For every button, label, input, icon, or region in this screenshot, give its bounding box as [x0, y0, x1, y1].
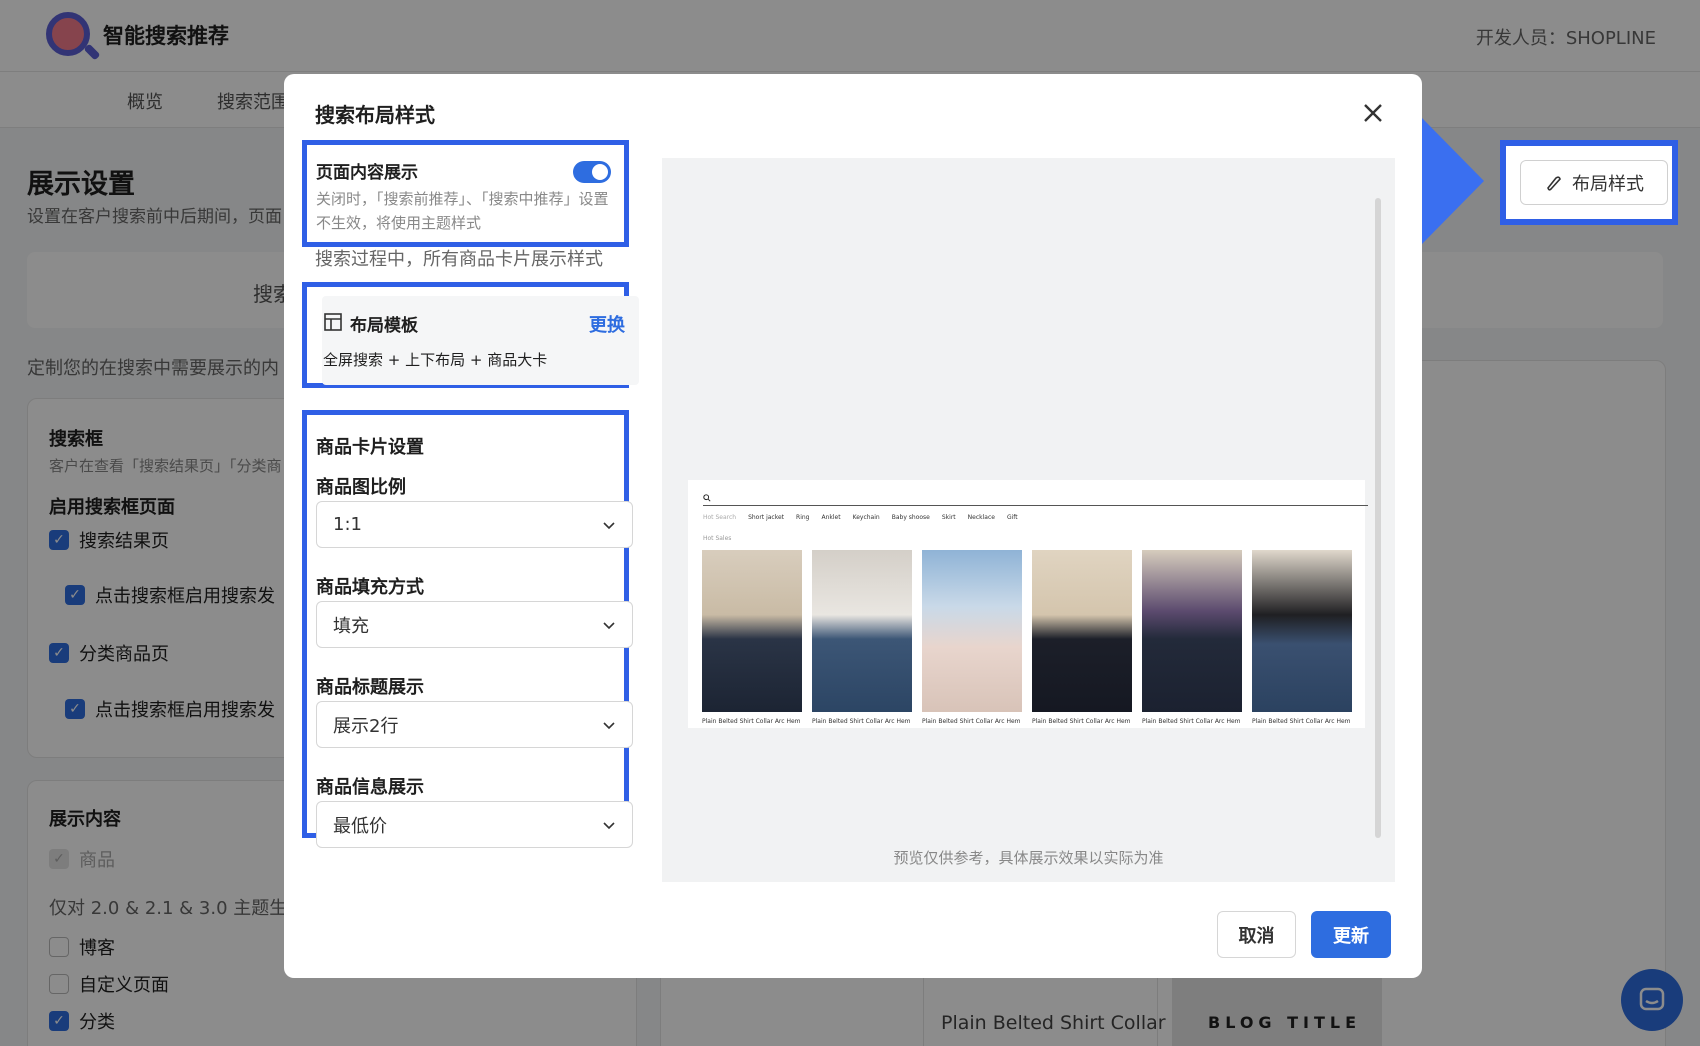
card-style-note: 搜索过程中，所有商品卡片展示样式 [315, 249, 603, 270]
fill-mode-label: 商品填充方式 [316, 577, 424, 598]
preview-product-caption: Plain Belted Shirt Collar Arc Hem [1252, 718, 1351, 725]
brush-icon [1547, 175, 1561, 191]
close-button[interactable] [1358, 98, 1388, 128]
annotation-highlight-template: 布局模板 更换 全屏搜索 + 上下布局 + 商品大卡 [302, 282, 639, 388]
preview-scrollbar[interactable] [1375, 198, 1381, 838]
annotation-highlight-page-content: 页面内容展示 关闭时，「搜索前推荐」、「搜索中推荐」设置不生效，将使用主题样式 [302, 140, 629, 247]
close-icon [1364, 104, 1382, 122]
layout-style-button[interactable]: 布局样式 [1520, 160, 1668, 205]
chevron-down-icon [603, 621, 615, 629]
annotation-highlight-layout-button: 布局样式 [1500, 140, 1678, 225]
info-display-label: 商品信息展示 [316, 777, 424, 798]
preview-tag: Necklace [967, 514, 995, 521]
layout-style-modal: 搜索布局样式 页面内容展示 关闭时，「搜索前推荐」、「搜索中推荐」设置不生效，将… [284, 74, 1422, 978]
layout-template-label: 布局模板 [350, 316, 418, 336]
annotation-highlight-card-settings: 商品卡片设置 商品图比例 1:1 商品填充方式 填充 商品标题展示 展示2行 商… [302, 410, 633, 848]
layout-template-box: 布局模板 更换 全屏搜索 + 上下布局 + 商品大卡 [322, 296, 639, 385]
preview-tag: Keychain [852, 514, 880, 521]
preview-product-caption: Plain Belted Shirt Collar Arc Hem [922, 718, 1021, 725]
preview-tag: Skirt [941, 514, 956, 521]
preview-hot-search-tags: Hot Search Short jacket Ring Anklet Keyc… [703, 514, 1018, 521]
preview-product-image [922, 550, 1022, 712]
preview-hot-sales-label: Hot Sales [703, 535, 732, 542]
preview-product-caption: Plain Belted Shirt Collar Arc Hem [702, 718, 801, 725]
chevron-down-icon [603, 821, 615, 829]
preview-product-image [702, 550, 802, 712]
page-content-label: 页面内容展示 [316, 163, 418, 183]
modal-title: 搜索布局样式 [315, 103, 435, 127]
preview-tag: Gift [1006, 514, 1018, 521]
page-content-desc: 关闭时，「搜索前推荐」、「搜索中推荐」设置不生效，将使用主题样式 [316, 190, 609, 232]
image-ratio-value: 1:1 [333, 514, 362, 535]
info-display-select[interactable]: 最低价 [316, 801, 633, 848]
preview-product-image [1032, 550, 1132, 712]
preview-tag: Short jacket [748, 514, 785, 521]
fill-mode-select[interactable]: 填充 [316, 601, 633, 648]
preview-search-bar [703, 494, 1368, 506]
layout-template-value: 全屏搜索 + 上下布局 + 商品大卡 [323, 351, 548, 369]
title-display-select[interactable]: 展示2行 [316, 701, 633, 748]
layout-preview: Hot Search Short jacket Ring Anklet Keyc… [662, 158, 1395, 882]
card-settings-title: 商品卡片设置 [316, 437, 424, 458]
change-template-link[interactable]: 更换 [589, 311, 625, 337]
preview-product-image [812, 550, 912, 712]
preview-tag: Hot Search [703, 514, 737, 521]
preview-tag: Ring [796, 514, 810, 521]
annotation-arrow-head [1422, 118, 1484, 244]
update-button[interactable]: 更新 [1311, 911, 1391, 958]
image-ratio-select[interactable]: 1:1 [316, 501, 633, 548]
search-icon [703, 494, 711, 502]
preview-tag: Baby shoose [891, 514, 930, 521]
preview-note: 预览仅供参考，具体展示效果以实际为准 [893, 849, 1164, 867]
title-display-value: 展示2行 [333, 715, 399, 737]
chevron-down-icon [603, 721, 615, 729]
image-ratio-label: 商品图比例 [316, 477, 406, 498]
preview-product-caption: Plain Belted Shirt Collar Arc Hem [812, 718, 911, 725]
preview-product-caption: Plain Belted Shirt Collar Arc Hem [1142, 718, 1241, 725]
layout-style-button-label: 布局样式 [1572, 173, 1644, 195]
preview-tag: Anklet [821, 514, 841, 521]
preview-screenshot: Hot Search Short jacket Ring Anklet Keyc… [688, 480, 1368, 728]
cancel-button[interactable]: 取消 [1217, 911, 1296, 958]
info-display-value: 最低价 [333, 815, 387, 837]
preview-product-image [1252, 550, 1352, 712]
preview-product-caption: Plain Belted Shirt Collar Arc Hem [1032, 718, 1131, 725]
chevron-down-icon [603, 521, 615, 529]
fill-mode-value: 填充 [333, 615, 369, 637]
preview-product-image [1142, 550, 1242, 712]
layout-template-icon [324, 313, 342, 331]
page-content-toggle[interactable] [573, 161, 611, 183]
title-display-label: 商品标题展示 [316, 677, 424, 698]
